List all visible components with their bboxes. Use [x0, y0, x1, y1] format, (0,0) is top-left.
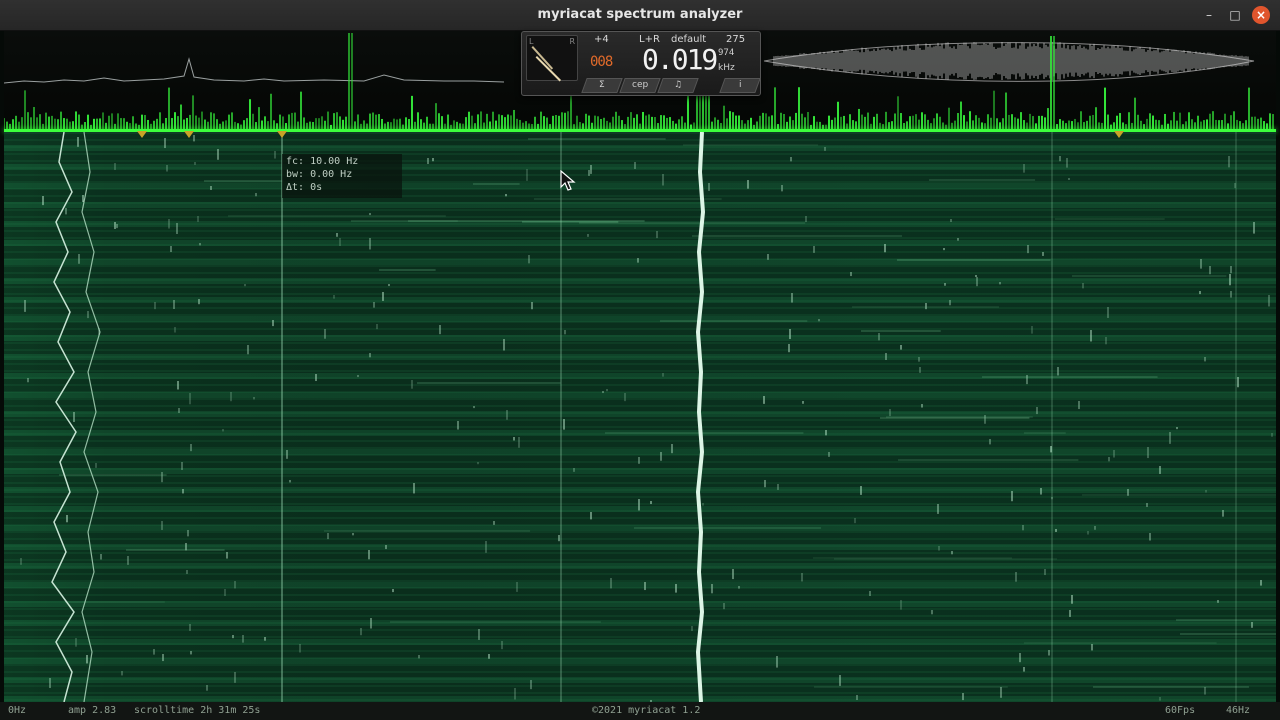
- tooltip-fc: fc: 10.00 Hz: [286, 156, 359, 167]
- status-right-frequency: 46Hz: [1226, 705, 1251, 716]
- minimize-button[interactable]: –: [1200, 6, 1218, 24]
- meter-left-label: L: [529, 37, 534, 46]
- frequency-marker[interactable]: [184, 131, 194, 138]
- waterfall-traces: [20, 135, 1276, 702]
- frequency-marker[interactable]: [137, 131, 147, 138]
- status-bar: 0Hz amp 2.83 scrolltime 2h 31m 25s ©2021…: [0, 702, 1280, 720]
- waterfall-left-trace-2: [81, 132, 101, 702]
- title-bar: myriacat spectrum analyzer – □ ×: [0, 0, 1280, 31]
- small-digits: 008: [590, 54, 613, 70]
- shift-value[interactable]: +4: [594, 34, 609, 45]
- tab-info-label: i: [738, 80, 742, 90]
- close-button[interactable]: ×: [1252, 6, 1270, 24]
- meter-needle-secondary: [531, 46, 554, 70]
- tab-sum[interactable]: Σ: [581, 78, 623, 93]
- tab-cep-label: cep: [631, 80, 649, 90]
- control-panel[interactable]: L R +4 L+R default 275 008 0.019 974 kHz…: [521, 31, 761, 96]
- waterfall-view[interactable]: [4, 132, 1276, 702]
- spectrum-peak-trace: [4, 57, 505, 84]
- waterfall-left-trace-1: [51, 132, 77, 702]
- preset-number: 275: [726, 34, 746, 45]
- tab-music[interactable]: ♫: [657, 78, 699, 93]
- tab-sum-label: Σ: [599, 80, 605, 90]
- panel-tabs: Σ cep ♫ i: [581, 78, 761, 93]
- frequency-value: 0.019: [642, 43, 718, 76]
- mouse-pointer-icon: [560, 170, 576, 191]
- meter-needle: [535, 56, 562, 82]
- frequency-marker[interactable]: [1114, 131, 1124, 138]
- frequency-subvalue: 974: [718, 48, 735, 58]
- meter-right-label: R: [569, 37, 575, 46]
- waterfall-strong-line: [695, 132, 706, 702]
- cursor-tooltip: fc: 10.00 Hz bw: 0.00 Hz Δt: 0s: [282, 154, 402, 198]
- tab-cep[interactable]: cep: [619, 78, 661, 93]
- status-copyright: ©2021 myriacat 1.2: [592, 705, 701, 716]
- status-left-frequency: 0Hz: [8, 705, 27, 716]
- frequency-marker[interactable]: [277, 131, 287, 138]
- stereo-meter: L R: [526, 35, 578, 82]
- tab-music-label: ♫: [673, 80, 683, 90]
- tooltip-bw: bw: 0.00 Hz: [286, 169, 353, 180]
- waveform-lines: [773, 41, 1249, 81]
- maximize-button[interactable]: □: [1226, 6, 1244, 24]
- status-amp: amp 2.83: [68, 705, 117, 716]
- window-title: myriacat spectrum analyzer: [537, 7, 743, 22]
- app-window: myriacat spectrum analyzer – □ × fc: 10.…: [0, 0, 1280, 720]
- frequency-display: +4 L+R default 275 008 0.019 974 kHz: [584, 34, 756, 76]
- status-scrolltime: scrolltime 2h 31m 25s: [134, 705, 261, 716]
- tab-info[interactable]: i: [719, 78, 761, 93]
- waterfall-graph: [20, 132, 1276, 702]
- status-fps: 60Fps: [1165, 705, 1196, 716]
- tooltip-dt: Δt: 0s: [286, 182, 323, 193]
- frequency-unit: kHz: [718, 63, 735, 73]
